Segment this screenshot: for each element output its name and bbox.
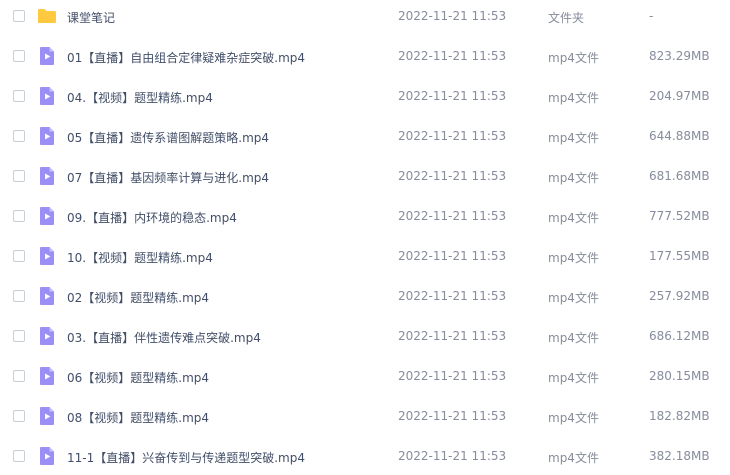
file-name[interactable]: 08【视频】题型精练.mp4 [67, 409, 209, 426]
row-checkbox[interactable] [13, 170, 25, 182]
file-name[interactable]: 课堂笔记 [67, 9, 115, 26]
folder-row[interactable]: 课堂笔记 2022-11-21 11:53 文件夹 - [0, 2, 730, 32]
modified-date: 2022-11-21 11:53 [398, 9, 507, 23]
video-file-icon [37, 246, 57, 266]
file-size: 382.18MB [649, 449, 710, 463]
video-file-icon [37, 126, 57, 146]
file-row[interactable]: 03.【直播】伴性遗传难点突破.mp4 2022-11-21 11:53 mp4文件… [0, 322, 730, 352]
file-size: 823.29MB [649, 49, 710, 63]
file-size: 280.15MB [649, 369, 710, 383]
row-checkbox[interactable] [13, 450, 25, 462]
modified-date: 2022-11-21 11:53 [398, 449, 507, 463]
file-type: mp4文件 [548, 451, 599, 465]
modified-date: 2022-11-21 11:53 [398, 49, 507, 63]
file-size: - [649, 9, 654, 23]
modified-date: 2022-11-21 11:53 [398, 289, 507, 303]
modified-date: 2022-11-21 11:53 [398, 169, 507, 183]
video-file-icon [37, 86, 57, 106]
file-size: 644.88MB [649, 129, 710, 143]
row-checkbox[interactable] [13, 410, 25, 422]
file-type: mp4文件 [548, 371, 599, 385]
file-row[interactable]: 11-1【直播】兴奋传到与传递题型突破.mp4 2022-11-21 11:53 m… [0, 442, 730, 472]
row-checkbox[interactable] [13, 130, 25, 142]
file-row[interactable]: 04.【视频】题型精练.mp4 2022-11-21 11:53 mp4文件 204.… [0, 82, 730, 112]
file-type: mp4文件 [548, 51, 599, 65]
video-file-icon [37, 446, 57, 466]
video-file-icon [37, 366, 57, 386]
modified-date: 2022-11-21 11:53 [398, 249, 507, 263]
file-row[interactable]: 10.【视频】题型精练.mp4 2022-11-21 11:53 mp4文件 177.… [0, 242, 730, 272]
file-name[interactable]: 11-1【直播】兴奋传到与传递题型突破.mp4 [67, 449, 305, 466]
file-name[interactable]: 03.【直播】伴性遗传难点突破.mp4 [67, 329, 261, 346]
file-size: 777.52MB [649, 209, 710, 223]
file-name[interactable]: 09.【直播】内环境的稳态.mp4 [67, 209, 237, 226]
file-size: 204.97MB [649, 89, 710, 103]
file-type: mp4文件 [548, 131, 599, 145]
folder-icon [37, 6, 57, 26]
file-size: 257.92MB [649, 289, 710, 303]
file-size: 686.12MB [649, 329, 710, 343]
file-type: mp4文件 [548, 251, 599, 265]
modified-date: 2022-11-21 11:53 [398, 89, 507, 103]
file-type: mp4文件 [548, 291, 599, 305]
file-size: 681.68MB [649, 169, 710, 183]
file-row[interactable]: 09.【直播】内环境的稳态.mp4 2022-11-21 11:53 mp4文件 77… [0, 202, 730, 232]
modified-date: 2022-11-21 11:53 [398, 409, 507, 423]
file-type: mp4文件 [548, 211, 599, 225]
modified-date: 2022-11-21 11:53 [398, 209, 507, 223]
video-file-icon [37, 406, 57, 426]
file-name[interactable]: 07【直播】基因频率计算与进化.mp4 [67, 169, 269, 186]
file-type: mp4文件 [548, 91, 599, 105]
file-name[interactable]: 10.【视频】题型精练.mp4 [67, 249, 213, 266]
row-checkbox[interactable] [13, 370, 25, 382]
file-type: 文件夹 [548, 11, 585, 25]
modified-date: 2022-11-21 11:53 [398, 329, 507, 343]
file-type: mp4文件 [548, 411, 599, 425]
video-file-icon [37, 46, 57, 66]
video-file-icon [37, 206, 57, 226]
file-list: 课堂笔记 2022-11-21 11:53 文件夹 - 01【直播】自由组合定律疑难杂症… [0, 0, 730, 475]
modified-date: 2022-11-21 11:53 [398, 369, 507, 383]
file-name[interactable]: 01【直播】自由组合定律疑难杂症突破.mp4 [67, 49, 305, 66]
row-checkbox[interactable] [13, 10, 25, 22]
row-checkbox[interactable] [13, 50, 25, 62]
file-row[interactable]: 08【视频】题型精练.mp4 2022-11-21 11:53 mp4文件 182.8… [0, 402, 730, 432]
file-name[interactable]: 04.【视频】题型精练.mp4 [67, 89, 213, 106]
file-row[interactable]: 02【视频】题型精练.mp4 2022-11-21 11:53 mp4文件 257.9… [0, 282, 730, 312]
file-name[interactable]: 06【视频】题型精练.mp4 [67, 369, 209, 386]
video-file-icon [37, 166, 57, 186]
file-row[interactable]: 06【视频】题型精练.mp4 2022-11-21 11:53 mp4文件 280.1… [0, 362, 730, 392]
file-size: 177.55MB [649, 249, 710, 263]
file-name[interactable]: 05【直播】遗传系谱图解题策略.mp4 [67, 129, 269, 146]
modified-date: 2022-11-21 11:53 [398, 129, 507, 143]
row-checkbox[interactable] [13, 290, 25, 302]
row-checkbox[interactable] [13, 330, 25, 342]
row-checkbox[interactable] [13, 250, 25, 262]
file-row[interactable]: 05【直播】遗传系谱图解题策略.mp4 2022-11-21 11:53 mp4文件… [0, 122, 730, 152]
video-file-icon [37, 326, 57, 346]
file-type: mp4文件 [548, 171, 599, 185]
file-row[interactable]: 01【直播】自由组合定律疑难杂症突破.mp4 2022-11-21 11:53 mp… [0, 42, 730, 72]
video-file-icon [37, 286, 57, 306]
file-type: mp4文件 [548, 331, 599, 345]
row-checkbox[interactable] [13, 90, 25, 102]
file-size: 182.82MB [649, 409, 710, 423]
file-row[interactable]: 07【直播】基因频率计算与进化.mp4 2022-11-21 11:53 mp4文件… [0, 162, 730, 192]
file-name[interactable]: 02【视频】题型精练.mp4 [67, 289, 209, 306]
row-checkbox[interactable] [13, 210, 25, 222]
